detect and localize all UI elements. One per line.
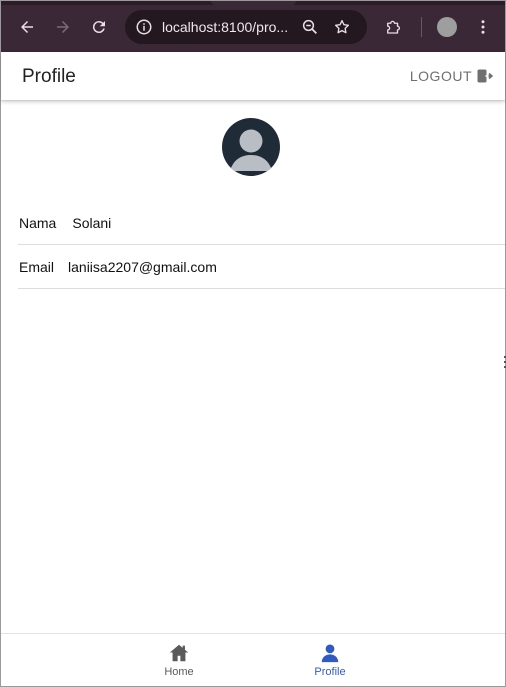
bookmark-star-icon[interactable] [333,18,351,36]
logout-icon [477,69,493,83]
extensions-icon [387,20,401,34]
forward-icon [57,21,69,33]
profile-field-nama: Nama Solani [18,201,505,245]
reload-button[interactable] [85,13,113,41]
site-info-icon[interactable] [135,18,153,36]
home-icon [169,644,189,662]
field-value: Solani [72,214,112,231]
profile-field-email: Email laniisa2207@gmail.com [18,245,505,289]
back-button[interactable] [13,13,41,41]
extensions-button[interactable] [379,13,407,41]
app-header: Profile LOGOUT [1,52,505,100]
field-label: Email [19,258,55,275]
active-browser-tab[interactable] [211,1,296,5]
bottom-tab-bar: Home Profile [1,633,505,686]
url-text[interactable]: localhost:8100/pro... [162,19,289,35]
person-icon [321,644,339,663]
profile-content: Nama Solani Email laniisa2207@gmail.com [1,100,506,633]
field-value: laniisa2207@gmail.com [68,258,217,275]
person-avatar-icon [230,129,272,171]
menu-icon [481,20,485,34]
forward-button[interactable] [49,13,77,41]
logout-button[interactable]: LOGOUT [410,68,493,84]
reload-icon [92,21,105,34]
field-label: Nama [19,214,57,231]
tab-profile[interactable]: Profile [290,642,370,682]
browser-toolbar: localhost:8100/pro... [1,1,505,52]
tab-label: Home [164,666,194,678]
logout-label: LOGOUT [409,68,472,84]
browser-menu-button[interactable] [469,13,497,41]
tab-home[interactable]: Home [139,642,219,682]
tab-label: Profile [314,666,346,678]
avatar [222,118,280,176]
tab-strip [1,1,505,5]
zoom-icon[interactable] [301,18,319,36]
address-bar[interactable]: localhost:8100/pro... [125,10,367,44]
browser-window: localhost:8100/pro... Profile LOGOUT Nam… [0,0,506,687]
profile-avatar-icon[interactable] [437,17,457,37]
back-icon [21,21,33,33]
page-title: Profile [22,66,76,87]
toolbar-divider [421,17,422,37]
